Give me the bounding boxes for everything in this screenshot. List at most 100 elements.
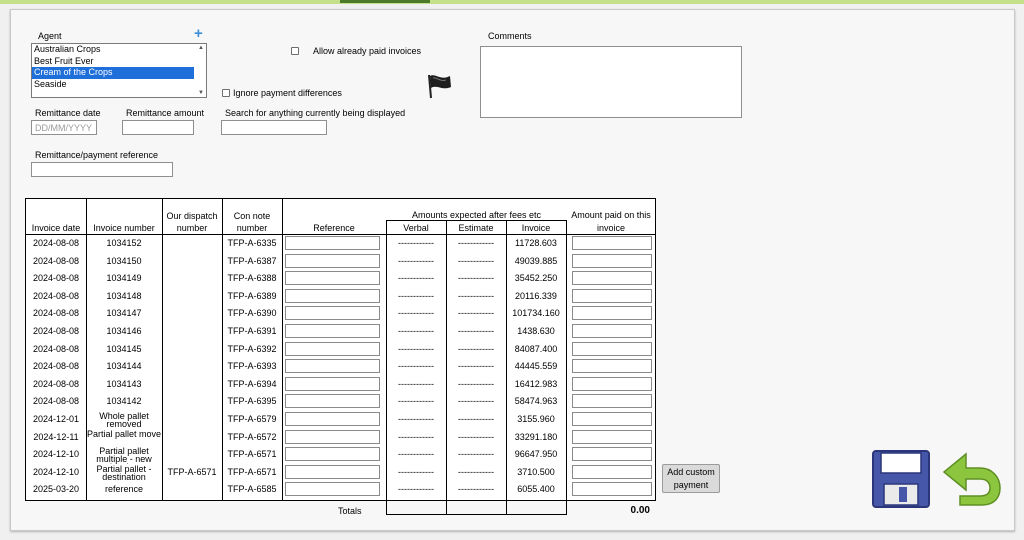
table-row: 2024-08-08 1034146 TFP-A-6391 ------------ -… (26, 323, 655, 341)
header-amounts-group: Amounts expected after fees etc (411, 210, 542, 220)
amount-paid-input[interactable] (572, 359, 652, 374)
allow-paid-label: Allow already paid invoices (313, 46, 422, 56)
reference-input[interactable] (285, 412, 380, 426)
scroll-down-icon[interactable]: ▼ (198, 90, 204, 96)
cell-verbal: ------------ (398, 431, 434, 442)
payment-reference-input[interactable] (31, 162, 173, 177)
table-row: 2024-08-08 1034150 TFP-A-6387 ------------ -… (26, 253, 655, 271)
cell-estimate: ------------ (458, 308, 494, 319)
cell-con-note: TFP-A-6395 (227, 396, 277, 407)
cell-verbal: ------------ (398, 361, 434, 372)
cell-invoice-number: Partial pallet - destination (96, 464, 152, 482)
cell-invoice-amount: 16412.983 (514, 378, 558, 389)
amount-paid-input[interactable] (572, 271, 652, 286)
comments-label: Comments (488, 31, 532, 41)
amount-paid-input[interactable] (572, 464, 652, 479)
reference-input[interactable] (285, 288, 380, 303)
search-input[interactable] (221, 120, 327, 135)
table-row: 2024-08-08 1034145 TFP-A-6392 ------------ -… (26, 341, 655, 359)
amount-paid-input[interactable] (572, 324, 652, 338)
cell-invoice-date: 2024-08-08 (32, 361, 80, 372)
cell-invoice-amount: 6055.400 (517, 484, 555, 495)
reference-input[interactable] (285, 271, 380, 286)
cell-invoice-number: 1034147 (106, 308, 142, 319)
amount-paid-input[interactable] (572, 376, 652, 391)
cell-invoice-date: 2024-12-10 (32, 449, 80, 460)
search-label: Search for anything currently being disp… (225, 108, 406, 118)
add-custom-payment-button[interactable]: Add custom payment (662, 464, 720, 493)
cell-estimate: ------------ (458, 343, 494, 354)
cell-verbal: ------------ (398, 326, 434, 336)
agent-option[interactable]: Cream of the Crops (32, 67, 194, 79)
amount-paid-input[interactable] (572, 253, 652, 268)
reference-input[interactable] (285, 429, 380, 444)
reference-input[interactable] (285, 324, 380, 338)
cell-estimate: ------------ (458, 378, 494, 389)
cell-con-note: TFP-A-6572 (227, 431, 277, 442)
reference-input[interactable] (285, 341, 380, 356)
cell-invoice-number: 1034143 (106, 378, 142, 389)
cell-invoice-date: 2024-08-08 (32, 343, 80, 354)
amount-paid-input[interactable] (572, 288, 652, 303)
cell-estimate: ------------ (458, 449, 494, 460)
remittance-date-label: Remittance date (35, 108, 101, 118)
agent-option[interactable]: Australian Crops (32, 44, 194, 56)
add-agent-icon[interactable]: + (194, 26, 203, 41)
table-row: 2024-08-08 1034142 TFP-A-6395 ------------ -… (26, 393, 655, 411)
agent-options: Australian Crops Best Fruit Ever Cream of … (32, 44, 206, 90)
amount-paid-input[interactable] (572, 482, 652, 497)
reference-input[interactable] (285, 306, 380, 321)
reference-input[interactable] (285, 253, 380, 268)
cell-invoice-number: 1034148 (106, 290, 142, 301)
agent-listbox[interactable]: Australian Crops Best Fruit Ever Cream of … (31, 43, 207, 98)
reference-input[interactable] (285, 376, 380, 391)
cell-estimate: ------------ (458, 414, 494, 424)
allow-paid-checkbox[interactable] (291, 47, 299, 55)
cell-verbal: ------------ (398, 290, 434, 301)
amount-paid-input[interactable] (572, 236, 652, 250)
scroll-up-icon[interactable]: ▲ (198, 45, 204, 51)
cell-invoice-number: 1034149 (106, 273, 142, 284)
reference-input[interactable] (285, 482, 380, 497)
amount-paid-input[interactable] (572, 394, 652, 409)
cell-invoice-amount: 1438.630 (517, 326, 555, 336)
remittance-amount-label: Remittance amount (126, 108, 205, 118)
agent-option[interactable]: Seaside (32, 79, 194, 91)
amount-paid-input[interactable] (572, 412, 652, 426)
payment-reference-label: Remittance/payment reference (35, 150, 159, 160)
cell-invoice-date: 2024-08-08 (32, 308, 80, 319)
cell-con-note: TFP-A-6393 (227, 361, 277, 372)
totals-label: Totals (338, 506, 362, 516)
ignore-diff-checkbox[interactable] (222, 89, 230, 97)
cell-verbal: ------------ (398, 308, 434, 319)
cell-con-note: TFP-A-6388 (227, 273, 277, 284)
cell-estimate: ------------ (458, 326, 494, 336)
amount-paid-input[interactable] (572, 447, 652, 462)
cell-invoice-date: 2024-12-10 (32, 466, 80, 477)
amount-paid-input[interactable] (572, 341, 652, 356)
cell-invoice-amount: 49039.885 (514, 255, 558, 266)
undo-arrow-icon[interactable] (940, 450, 1002, 508)
header-invoice: Invoice (521, 223, 551, 233)
amount-paid-input[interactable] (572, 306, 652, 321)
reference-input[interactable] (285, 394, 380, 409)
invoice-table: Invoice date Invoice number Our dispatch… (25, 198, 656, 514)
amount-paid-input[interactable] (572, 429, 652, 444)
cell-invoice-number: Whole pallet removed (99, 412, 149, 429)
comments-textarea[interactable] (480, 46, 742, 118)
cell-verbal: ------------ (398, 273, 434, 284)
cell-invoice-number: 1034144 (106, 361, 142, 372)
reference-input[interactable] (285, 447, 380, 462)
remittance-date-input[interactable]: DD/MM/YYYY (31, 120, 97, 135)
cell-con-note: TFP-A-6571 (227, 466, 277, 477)
agent-option[interactable]: Best Fruit Ever (32, 56, 194, 68)
reference-input[interactable] (285, 464, 380, 479)
remittance-amount-input[interactable] (122, 120, 194, 135)
cell-invoice-amount: 3710.500 (517, 466, 555, 477)
reference-input[interactable] (285, 359, 380, 374)
cell-verbal: ------------ (398, 466, 434, 477)
cell-verbal: ------------ (398, 396, 434, 407)
reference-input[interactable] (285, 236, 380, 250)
floppy-disk-icon[interactable] (872, 450, 930, 508)
flag-icon[interactable] (425, 72, 453, 100)
